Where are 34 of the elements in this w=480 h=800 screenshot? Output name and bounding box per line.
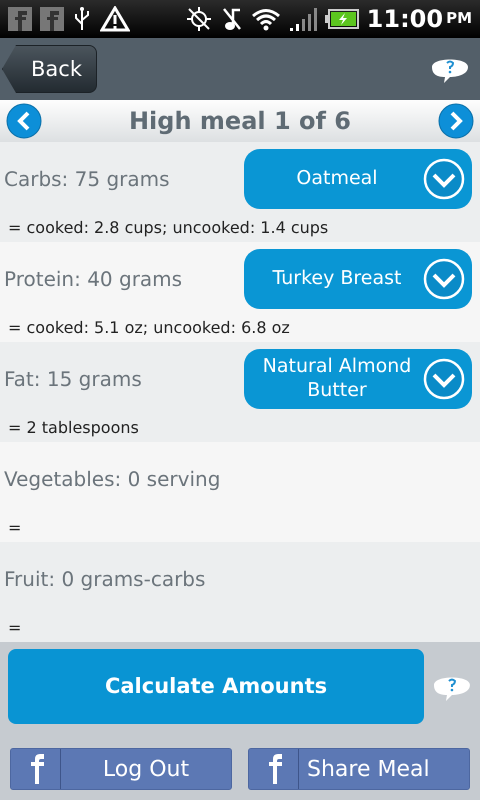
clock-time: 11:00 [366,4,444,35]
food-dropdown[interactable]: Natural Almond Butter [244,349,472,409]
battery-icon [324,8,359,30]
nutrient-label: Protein: 40 grams [4,266,182,293]
amount-text: = cooked: 5.1 oz; uncooked: 6.8 oz [7,317,291,339]
nutrient-label: Carbs: 75 grams [4,166,170,193]
food-dropdown[interactable]: Oatmeal [244,149,472,209]
facebook-icon [40,7,64,31]
chevron-down-icon [422,257,466,301]
back-button[interactable]: Back [2,45,97,93]
food-dropdown[interactable]: Turkey Breast [244,249,472,309]
facebook-button[interactable]: Share Meal [248,748,470,790]
amount-text: = [7,517,22,539]
wifi-icon [250,7,281,31]
nutrient-label: Fat: 15 grams [4,366,142,393]
signal-icon [288,6,317,32]
usb-icon [72,6,92,32]
clock-period: PM [446,8,472,29]
previous-button[interactable] [6,103,42,139]
facebook-button[interactable]: Log Out [10,748,232,790]
amount-text: = [7,617,22,639]
sound-off-icon [220,6,243,32]
page-title: High meal 1 of 6 [128,106,352,137]
facebook-icon [8,7,32,31]
chevron-down-icon [422,357,466,401]
next-button[interactable] [438,103,474,139]
amount-text: = 2 tablespoons [7,417,140,439]
nutrient-label: Vegetables: 0 serving [4,466,220,493]
gps-off-icon [184,5,213,33]
nutrient-label: Fruit: 0 grams-carbs [4,566,206,593]
chevron-down-icon [422,157,466,201]
calculate-button[interactable]: Calculate Amounts [8,649,424,724]
warning-icon [100,6,130,32]
amount-text: = cooked: 2.8 cups; uncooked: 1.4 cups [7,217,330,239]
